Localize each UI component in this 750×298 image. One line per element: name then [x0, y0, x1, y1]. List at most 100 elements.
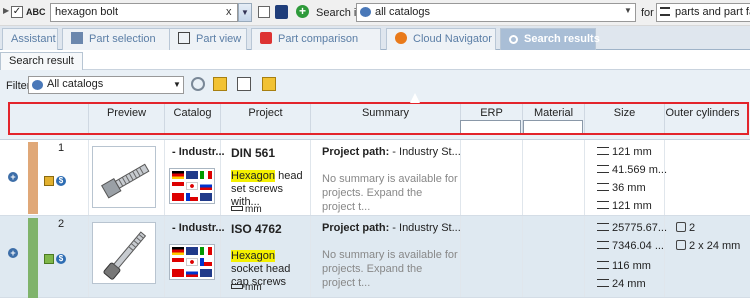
width-icon: [597, 279, 609, 287]
size-value: 121 mm: [597, 146, 652, 158]
search-input[interactable]: hexagon bolt: [50, 3, 238, 22]
height-icon: [597, 183, 609, 191]
flag-de-icon: [172, 247, 184, 255]
tab-cloud-navigator[interactable]: Cloud Navigator: [386, 28, 496, 50]
chevron-down-icon[interactable]: ▼: [173, 80, 181, 89]
flag-it-icon: [200, 247, 212, 255]
outer-cylinders-size: 2 x 24 mm: [676, 240, 740, 252]
unit-indicator: mm: [231, 204, 262, 215]
book-checkbox[interactable]: [258, 6, 270, 18]
favorite-folder-icon[interactable]: [213, 77, 227, 91]
flag-jp-icon: [186, 258, 198, 266]
add-icon[interactable]: +: [296, 5, 309, 18]
flag-gb2-icon: [200, 193, 212, 201]
size-value: 41.569 m...: [597, 164, 667, 176]
size-value: 121 mm: [597, 200, 652, 212]
flag-de-icon: [172, 171, 184, 179]
flag-pl-icon: [172, 182, 184, 190]
language-flags: [169, 244, 215, 280]
row-number: 2: [58, 218, 65, 230]
row-color-bar: [28, 218, 38, 298]
summary-text: No summary is available for projects. Ex…: [322, 249, 458, 289]
size-value: 25775.67...: [597, 222, 667, 234]
cylinder-icon: [676, 222, 686, 232]
area-icon: [597, 241, 609, 249]
summary-title: Project path: - Industry St...: [322, 222, 461, 234]
catalog-name: - Industr...: [172, 222, 225, 234]
size-value: 36 mm: [597, 182, 646, 194]
filter-bar: Filter: All catalogs ▼: [0, 70, 750, 100]
summary-text: No summary is available for projects. Ex…: [322, 173, 458, 213]
project-title[interactable]: DIN 561: [231, 146, 275, 160]
language-flags: [169, 168, 215, 204]
folder-icon: [71, 32, 83, 44]
diagonal-icon: [597, 201, 609, 209]
highlight-frame: [8, 102, 749, 135]
flag-ru-icon: [186, 269, 198, 277]
part-preview-image[interactable]: [92, 222, 156, 284]
ruler-icon: [231, 206, 243, 211]
mouse-cursor-icon: [410, 93, 420, 103]
part-preview-image[interactable]: [92, 146, 156, 208]
size-value: 116 mm: [597, 260, 651, 272]
part-view-icon: [178, 32, 190, 44]
dollar-icon: $: [56, 176, 66, 186]
expand-arrow-icon[interactable]: ▶: [3, 6, 9, 15]
tab-part-comparison[interactable]: Part comparison: [251, 28, 381, 50]
dollar-icon: $: [56, 254, 66, 264]
flag-cn-icon: [172, 269, 184, 277]
search-history-dropdown[interactable]: ▼: [238, 3, 252, 22]
width-icon: [597, 165, 609, 173]
clear-icon[interactable]: x: [226, 6, 232, 18]
expand-row-icon[interactable]: +: [8, 248, 18, 258]
length-icon: [597, 147, 609, 155]
search-bar: ▶ ✓ ABC hexagon bolt x ▼ + Search in all…: [0, 0, 750, 26]
comparison-icon: [260, 32, 272, 44]
summary-title: Project path: - Industry St...: [322, 146, 461, 158]
abc-checkbox[interactable]: ✓: [11, 6, 23, 18]
tab-part-selection[interactable]: Part selection: [62, 28, 172, 50]
flag-gb2-icon: [200, 269, 212, 277]
outer-cylinders-count: 2: [676, 222, 695, 234]
cube-icon: [44, 176, 54, 186]
table-row[interactable]: + 1 $ - Industr... DIN 561 Hexagon head …: [0, 140, 750, 216]
tab-assistant[interactable]: Assistant: [2, 28, 58, 50]
filter-select[interactable]: All catalogs: [28, 76, 184, 94]
size-value: 24 mm: [597, 278, 646, 290]
filter-icon[interactable]: [262, 77, 276, 91]
flag-cz-icon: [186, 193, 198, 201]
flag-it-icon: [200, 171, 212, 179]
table-row[interactable]: + 2 $ - Industr... ISO 4762 Hexagon sock…: [0, 216, 750, 298]
cube-icon: [44, 254, 54, 264]
gear-icon[interactable]: [191, 77, 205, 91]
cloud-navigator-icon: [395, 32, 407, 44]
flag-jp-icon: [186, 182, 198, 190]
catalog-name: - Industr...: [172, 146, 225, 158]
ruler-icon: [231, 284, 243, 289]
row-color-bar: [28, 142, 38, 214]
search-for-select[interactable]: parts and part families: [656, 3, 750, 22]
volume-icon: [597, 223, 609, 231]
tab-part-view[interactable]: Part view: [169, 28, 247, 50]
expand-row-icon[interactable]: +: [8, 172, 18, 182]
search-icon: [509, 35, 518, 44]
catalog-select[interactable]: all catalogs: [356, 3, 636, 22]
row-number: 1: [58, 142, 65, 154]
chevron-down-icon[interactable]: ▼: [624, 6, 632, 15]
flag-cn-icon: [172, 193, 184, 201]
tab-search-results[interactable]: Search results: [500, 28, 600, 50]
catalog-icon: [32, 80, 43, 90]
length-icon: [597, 261, 609, 269]
catalog-icon: [360, 7, 371, 17]
for-label: for: [641, 7, 654, 19]
export-icon[interactable]: [237, 77, 251, 91]
project-title[interactable]: ISO 4762: [231, 222, 282, 236]
cylinder-size-icon: [676, 240, 686, 250]
flag-ru-icon: [200, 182, 212, 190]
size-value: 7346.04 ...: [597, 240, 664, 252]
list-icon: [660, 7, 670, 16]
tab-search-result[interactable]: Search result: [0, 52, 83, 70]
main-tabs: Assistant Part selection Part view Part …: [0, 26, 750, 50]
flag-us-icon: [172, 258, 184, 266]
result-subheader: Search result: [0, 50, 750, 70]
